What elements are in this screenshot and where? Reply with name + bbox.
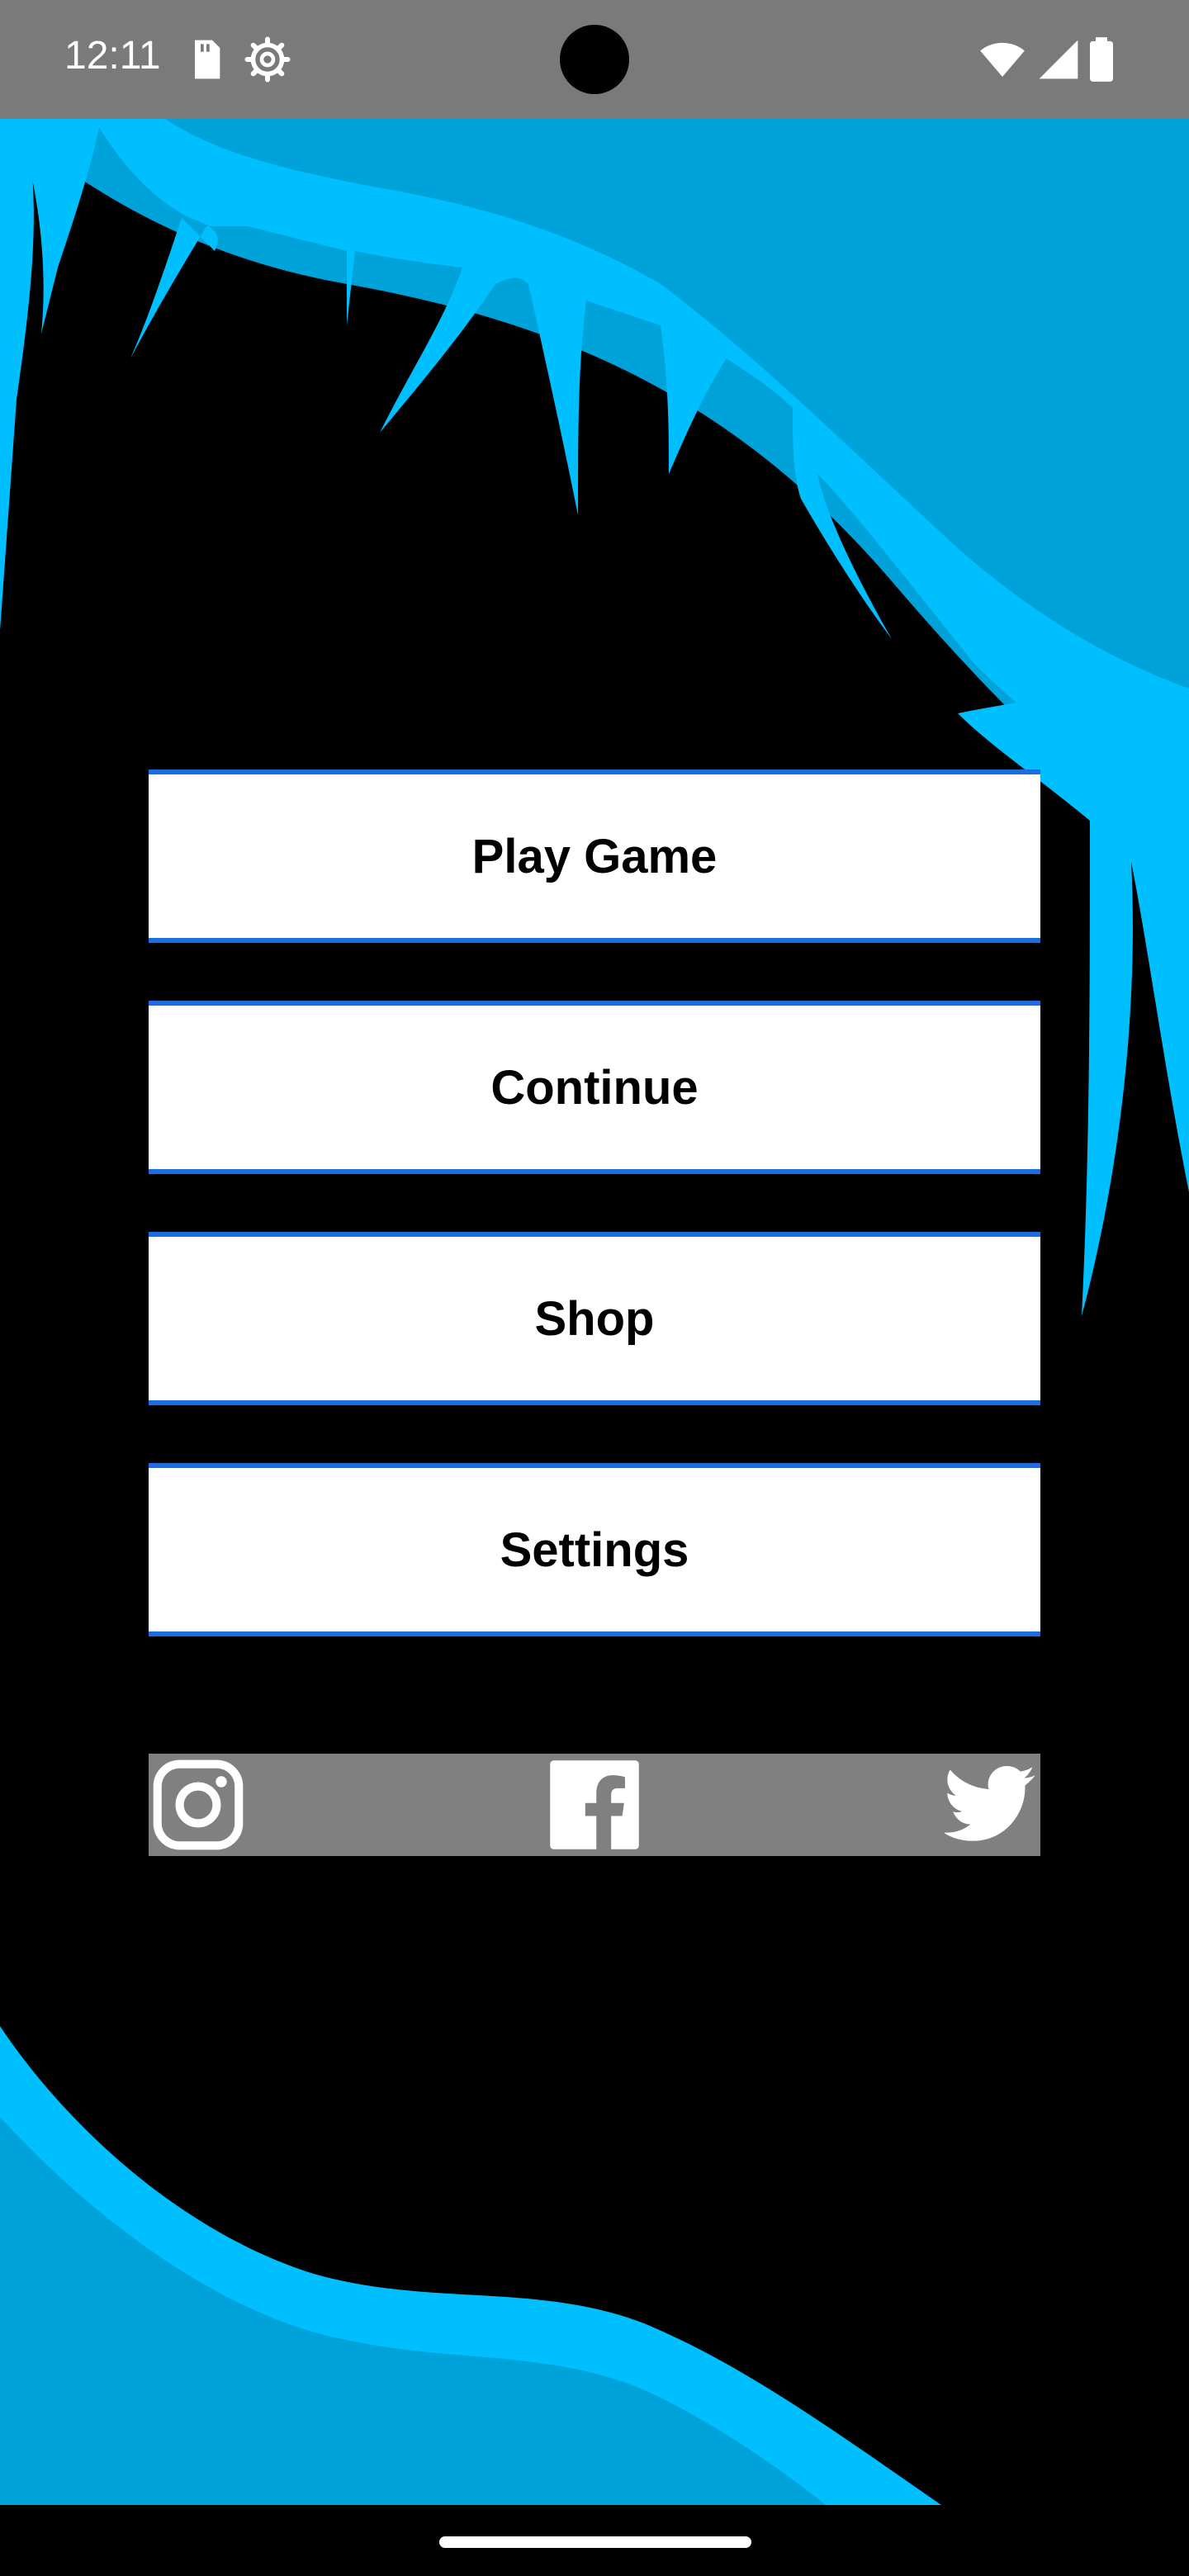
shop-label: Shop [534,1291,655,1346]
navigation-bar [0,2505,1189,2576]
sd-card-icon [195,40,220,79]
instagram-icon[interactable] [152,1759,244,1851]
status-time: 12:11 [64,34,161,78]
main-menu-screen: 12:11 Play Game Continue Shop Settings [0,0,1189,2576]
continue-button[interactable]: Continue [149,1001,1040,1174]
twitter-icon[interactable] [945,1759,1037,1851]
shop-button[interactable]: Shop [149,1232,1040,1405]
camera-cutout [560,25,629,94]
main-menu: Play Game Continue Shop Settings [149,769,1040,1694]
social-links-bar [149,1754,1040,1856]
play-game-label: Play Game [471,829,718,883]
battery-icon [1090,37,1113,82]
cell-signal-icon [1039,40,1078,79]
status-bar: 12:11 [0,0,1189,119]
continue-label: Continue [490,1060,699,1115]
settings-gear-icon [244,36,291,83]
play-game-button[interactable]: Play Game [149,769,1040,943]
wifi-icon [980,42,1025,77]
settings-button[interactable]: Settings [149,1463,1040,1636]
home-gesture-handle[interactable] [439,2536,751,2548]
facebook-icon[interactable] [548,1759,641,1851]
settings-label: Settings [500,1522,689,1577]
